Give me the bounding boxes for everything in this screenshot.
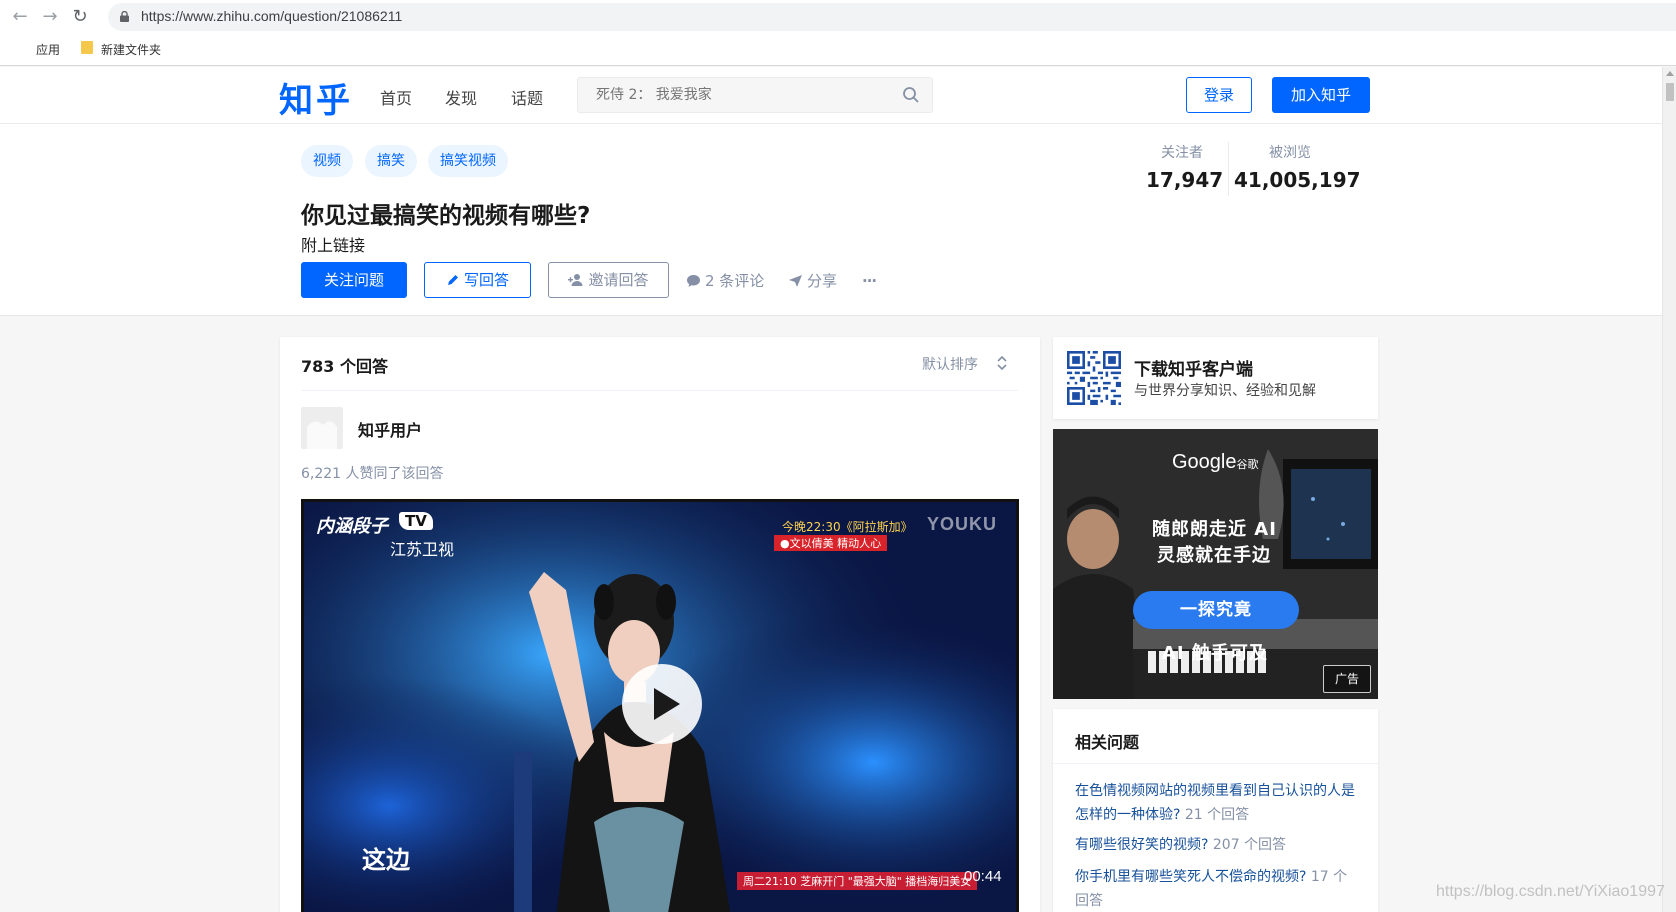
divider [1053, 763, 1378, 764]
search-icon[interactable] [902, 86, 920, 104]
related-question-text: 有哪些很好笑的视频? [1075, 837, 1209, 853]
nav-discover[interactable]: 发现 [445, 85, 477, 109]
bottom-banner: 周二21:10 芝麻开门 "最强大脑" 播档海归美女 [737, 872, 978, 890]
back-arrow-icon[interactable]: ← [9, 6, 31, 28]
google-brand-cn: 谷歌 [1236, 459, 1259, 471]
show-watermark: 内涵段子 [316, 516, 388, 537]
ad-headline: 随郎朗走近 AI [1152, 519, 1277, 540]
answers-card: 783 个回答 默认排序 知乎用户 6,221 人赞同了该回答 内涵段子 TV … [280, 337, 1040, 912]
nav-topics[interactable]: 话题 [511, 85, 543, 109]
views-label: 被浏览 [1269, 145, 1311, 161]
address-bar[interactable]: https://www.zhihu.com/question/21086211 [108, 3, 1676, 31]
qr-code-icon [1067, 351, 1121, 405]
channel-watermark: 江苏卫视 [390, 540, 455, 559]
topic-tag[interactable]: 搞笑 [365, 145, 417, 177]
sort-selector[interactable]: 默认排序 [922, 354, 978, 374]
vote-count: 6,221 人赞同了该回答 [301, 466, 444, 482]
sort-chevrons-icon[interactable] [996, 354, 1008, 372]
ad-headline: 灵感就在手边 [1157, 545, 1271, 566]
play-button[interactable] [622, 664, 702, 744]
related-question-item[interactable]: 在色情视频网站的视频里看到自己认识的人是怎样的一种体验? 21 个回答 [1075, 779, 1360, 827]
join-button[interactable]: 加入知乎 [1272, 77, 1370, 113]
bookmark-apps[interactable]: 应用 [36, 42, 60, 58]
zhihu-logo[interactable]: 知乎 [279, 73, 353, 122]
author-name[interactable]: 知乎用户 [358, 417, 422, 441]
question-title: 你见过最搞笑的视频有哪些? [301, 203, 591, 229]
related-question-text: 你手机里有哪些笑死人不偿命的视频? [1075, 869, 1307, 885]
topic-tag[interactable]: 视频 [301, 145, 353, 177]
answer-count: 783 个回答 [301, 357, 388, 376]
views-stat: 被浏览 41,005,197 [1234, 142, 1361, 192]
blog-watermark: https://blog.csdn.net/YiXiao1997 [1436, 883, 1665, 900]
ad-banner[interactable]: Google谷歌 随郎朗走近 AI 灵感就在手边 一探究竟 AI 触手可及 广告 [1053, 429, 1378, 699]
divider [301, 390, 1018, 391]
invite-answer-button[interactable]: 邀请回答 [548, 262, 669, 298]
views-value: 41,005,197 [1234, 168, 1361, 192]
reload-icon[interactable]: ↻ [69, 6, 91, 28]
share-label: 分享 [807, 272, 838, 290]
video-duration: 00:44 [964, 868, 1002, 885]
share-button[interactable]: 分享 [788, 271, 837, 291]
download-app-card[interactable]: 下载知乎客户端 与世界分享知识、经验和见解 [1053, 337, 1378, 419]
stat-divider [1228, 142, 1229, 196]
lock-icon [120, 11, 129, 22]
ad-cta-button[interactable]: 一探究竟 [1133, 591, 1299, 629]
ad-label: 广告 [1323, 665, 1371, 693]
video-player[interactable]: 内涵段子 TV 江苏卫视 今晚22:30《阿拉斯加》 ●文以倩美 精动人心 YO… [301, 499, 1019, 912]
nav-home[interactable]: 首页 [380, 85, 412, 109]
tv-watermark: TV [399, 512, 433, 530]
pencil-icon [447, 275, 458, 285]
bookmark-new-folder[interactable]: 新建文件夹 [101, 42, 161, 58]
write-answer-button[interactable]: 写回答 [424, 262, 531, 298]
question-detail: 附上链接 [301, 236, 366, 255]
followers-stat[interactable]: 关注者 17,947 [1146, 142, 1224, 192]
login-button[interactable]: 登录 [1186, 77, 1252, 113]
related-title: 相关问题 [1075, 733, 1140, 752]
invite-answer-label: 邀请回答 [588, 271, 649, 289]
add-user-icon [568, 274, 583, 286]
search-box [577, 77, 933, 113]
google-logo: Google谷歌 [1172, 451, 1259, 474]
comments-label: 2 条评论 [705, 272, 765, 290]
comments-button[interactable]: 2 条评论 [686, 271, 764, 291]
scroll-thumb[interactable] [1666, 83, 1674, 101]
download-app-subtitle: 与世界分享知识、经验和见解 [1134, 383, 1316, 399]
video-subtitle: 这边 [362, 846, 410, 874]
search-input[interactable] [578, 78, 898, 112]
related-answer-count: 21 个回答 [1184, 807, 1250, 823]
related-question-item[interactable]: 有哪些很好笑的视频? 207 个回答 [1075, 833, 1360, 857]
default-avatar-icon [301, 407, 343, 449]
write-answer-label: 写回答 [463, 271, 509, 289]
browser-toolbar: ← → ↻ https://www.zhihu.com/question/210… [0, 0, 1676, 34]
related-answer-count: 207 个回答 [1212, 837, 1287, 853]
related-question-item[interactable]: 你手机里有哪些笑死人不偿命的视频? 17 个回答 [1075, 865, 1360, 912]
youku-watermark: YOUKU [927, 514, 998, 534]
url-text: https://www.zhihu.com/question/21086211 [141, 8, 403, 24]
page-viewport: 知乎 首页 发现 话题 登录 加入知乎 视频 搞笑 搞笑视频 关注者 17,94… [0, 67, 1662, 912]
more-options-button[interactable]: ··· [862, 271, 877, 291]
followers-value: 17,947 [1146, 168, 1224, 192]
folder-icon [81, 41, 93, 54]
send-icon [789, 275, 802, 287]
ad-tagline: AI 触手可及 [1162, 643, 1268, 664]
promo-line: ●文以倩美 精动人心 [774, 535, 888, 551]
question-header: 视频 搞笑 搞笑视频 关注者 17,947 被浏览 41,005,197 你见过… [0, 124, 1662, 316]
comment-icon [687, 275, 700, 287]
download-app-title: 下载知乎客户端 [1134, 360, 1253, 380]
followers-label: 关注者 [1161, 145, 1203, 161]
follow-question-button[interactable]: 关注问题 [301, 262, 407, 298]
topic-tag[interactable]: 搞笑视频 [428, 145, 508, 177]
scroll-up-arrow-icon[interactable] [1666, 71, 1674, 76]
google-brand: Google [1172, 451, 1237, 473]
zhihu-header: 知乎 首页 发现 话题 登录 加入知乎 [0, 67, 1662, 124]
forward-arrow-icon[interactable]: → [39, 6, 61, 28]
page-scrollbar[interactable] [1662, 67, 1676, 912]
avatar[interactable] [301, 407, 343, 449]
bookmarks-bar: 应用 新建文件夹 [0, 34, 1676, 87]
related-questions: 相关问题 在色情视频网站的视频里看到自己认识的人是怎样的一种体验? 21 个回答… [1053, 709, 1378, 912]
promo-line: 今晚22:30《阿拉斯加》 [782, 520, 913, 534]
